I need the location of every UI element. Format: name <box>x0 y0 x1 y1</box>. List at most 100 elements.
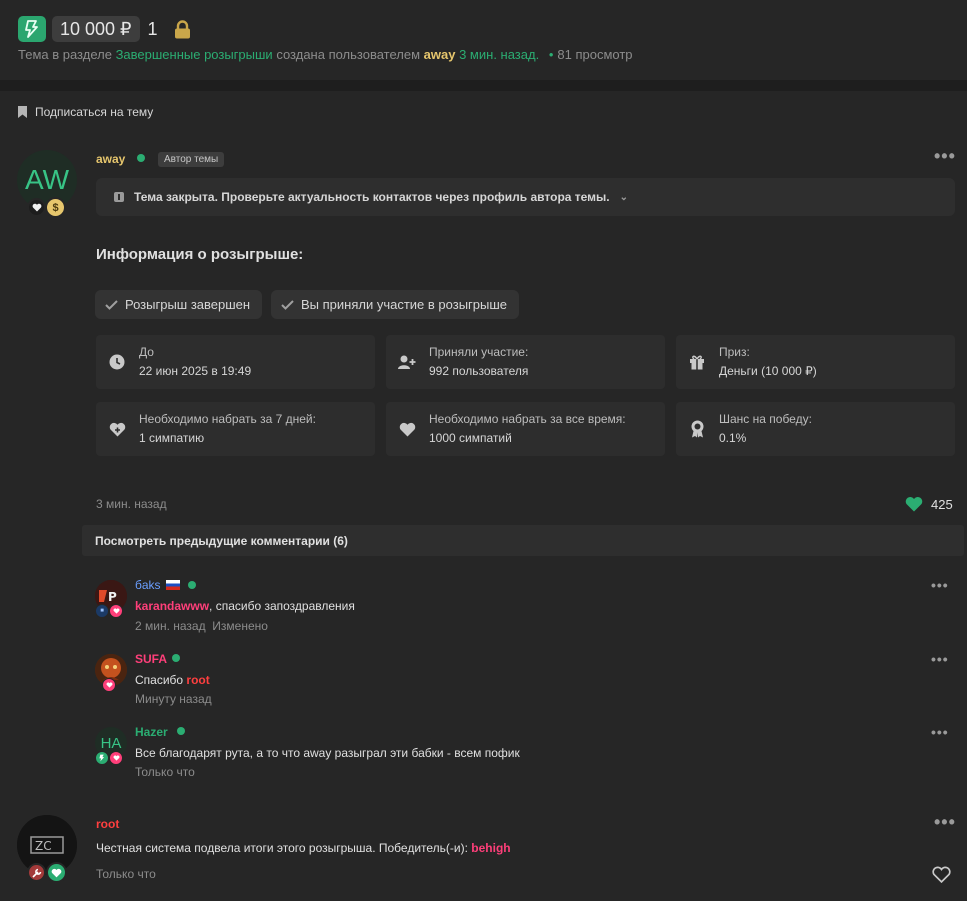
author-tag: Автор темы <box>158 152 225 167</box>
heart-badge-icon <box>102 678 116 692</box>
meta-time[interactable]: 3 мин. назад. <box>459 47 539 62</box>
edited-label: Изменено <box>212 619 268 633</box>
subscribe-button[interactable]: Подписаться на тему <box>18 105 153 119</box>
meta-views: 81 просмотр <box>557 47 633 62</box>
more-options-icon[interactable]: ••• <box>931 651 949 667</box>
subscribe-label: Подписаться на тему <box>35 105 154 119</box>
post-time[interactable]: 3 мин. назад <box>96 497 167 511</box>
online-indicator <box>188 581 196 589</box>
card-label: Приз: <box>719 345 750 359</box>
meta-dot: • <box>548 47 554 62</box>
pill-label: Розыгрыш завершен <box>125 297 251 312</box>
comment-text: Спасибо root <box>135 673 210 687</box>
wrench-badge-icon <box>27 863 46 882</box>
comment-author[interactable]: Hazer <box>135 725 168 739</box>
closed-notice[interactable]: Тема закрыта. Проверьте актуальность кон… <box>96 178 955 216</box>
heart-plus-icon <box>108 420 126 438</box>
comment-text: Все благодарят рута, а то что away разыг… <box>135 746 520 760</box>
comment-meta: 2 мин. назад Изменено <box>135 619 268 633</box>
online-indicator <box>172 654 180 662</box>
meta-created-by: создана пользователем <box>276 47 421 62</box>
winner-link[interactable]: behigh <box>471 841 510 855</box>
card-label: Необходимо набрать за 7 дней: <box>139 412 316 426</box>
comment-time[interactable]: 2 мин. назад <box>135 619 206 633</box>
comment-body: , спасибо запоздравления <box>209 599 355 613</box>
author-link[interactable]: away <box>424 47 456 62</box>
card-value: 1 симпатию <box>139 431 205 445</box>
mention-link[interactable]: karandawww <box>135 599 209 613</box>
heart-outline-icon <box>932 866 951 884</box>
bolt-badge-icon <box>95 751 109 765</box>
previous-comments-button[interactable]: Посмотреть предыдущие комментарии (6) <box>82 525 964 556</box>
group-badge-icon: ■ <box>95 604 109 618</box>
giveaway-info-title: Информация о розыгрыше: <box>96 246 304 263</box>
info-icon <box>114 192 124 202</box>
lock-icon <box>174 19 191 39</box>
status-pill-finished: Розыгрыш завершен <box>95 290 263 319</box>
heart-badge-icon <box>109 751 123 765</box>
heart-icon <box>398 420 416 438</box>
card-value: 0.1% <box>719 431 747 445</box>
money-badge-icon: $ <box>45 197 66 218</box>
more-options-icon[interactable]: ••• <box>931 577 949 593</box>
like-button[interactable] <box>932 866 951 888</box>
thread-title-count: 1 <box>147 18 158 39</box>
comment-time[interactable]: Только что <box>135 765 195 779</box>
comment-body: Спасибо <box>135 673 187 687</box>
comment-time[interactable]: Минуту назад <box>135 692 212 706</box>
online-indicator <box>137 154 145 162</box>
flag-ru-icon <box>165 580 180 590</box>
heart-badge-icon <box>27 198 46 217</box>
post-author[interactable]: root <box>96 817 119 831</box>
info-card-win-chance: Шанс на победу: 0.1% <box>676 402 955 456</box>
card-label: Приняли участие: <box>429 345 529 359</box>
comment-avatar-text: HA <box>100 734 122 752</box>
online-indicator <box>177 727 185 735</box>
heart-badge-icon <box>109 604 123 618</box>
like-button[interactable]: 425 <box>905 496 953 512</box>
check-icon <box>281 299 294 310</box>
post-author[interactable]: away <box>96 152 125 166</box>
info-card-deadline: До 22 июн 2025 в 19:49 <box>96 335 375 389</box>
bookmark-icon <box>18 106 27 118</box>
check-icon <box>105 299 118 310</box>
user-plus-icon <box>398 353 416 371</box>
previous-comments-label: Посмотреть предыдущие комментарии (6) <box>95 533 348 548</box>
card-label: Шанс на победу: <box>719 412 812 426</box>
pill-label: Вы приняли участие в розыгрыше <box>301 297 508 312</box>
svg-text:P: P <box>108 590 117 604</box>
comment-author[interactable]: SUFA <box>135 652 167 666</box>
info-card-participants: Приняли участие: 992 пользователя <box>386 335 665 389</box>
card-value: 992 пользователя <box>429 364 529 378</box>
comment-text: karandawww, спасибо запоздравления <box>135 599 355 613</box>
section-link[interactable]: Завершенные розыгрыши <box>116 47 273 62</box>
thread-body: Подписаться на тему AW $ away Автор темы… <box>0 91 967 901</box>
amount-badge: 10 000 ₽ <box>52 16 140 42</box>
comment-author-name: бaks <box>135 578 161 592</box>
more-options-icon[interactable]: ••• <box>934 146 956 167</box>
avatar-text: ZC <box>35 839 52 853</box>
thread-title: 10 000 ₽ 1 <box>18 16 191 42</box>
mention-link[interactable]: root <box>186 673 209 687</box>
status-pill-participated: Вы приняли участие в розыгрыше <box>271 290 520 319</box>
card-value: 22 июн 2025 в 19:49 <box>139 364 252 378</box>
heart-badge-icon <box>46 862 67 883</box>
comment-author[interactable]: бaks <box>135 578 180 592</box>
card-value: Деньги (10 000 ₽) <box>719 364 817 378</box>
thread-meta: Тема в разделе Завершенные розыгрыши соз… <box>18 47 633 62</box>
card-label: Необходимо набрать за все время: <box>429 412 626 426</box>
info-card-prize: Приз: Деньги (10 000 ₽) <box>676 335 955 389</box>
post-text: Честная система подвела итоги этого розы… <box>96 841 511 855</box>
more-options-icon[interactable]: ••• <box>931 724 949 740</box>
like-count: 425 <box>931 496 953 512</box>
card-value: 1000 симпатий <box>429 431 512 445</box>
info-card-likes-total: Необходимо набрать за все время: 1000 си… <box>386 402 665 456</box>
post-time[interactable]: Только что <box>96 867 156 881</box>
meta-prefix: Тема в разделе <box>18 47 112 62</box>
avatar-text: AW <box>24 164 70 195</box>
medal-icon <box>688 420 706 438</box>
closed-notice-text: Тема закрыта. Проверьте актуальность кон… <box>134 190 610 204</box>
more-options-icon[interactable]: ••• <box>934 812 956 833</box>
heart-filled-icon <box>905 496 923 512</box>
bolt-icon <box>18 16 46 42</box>
